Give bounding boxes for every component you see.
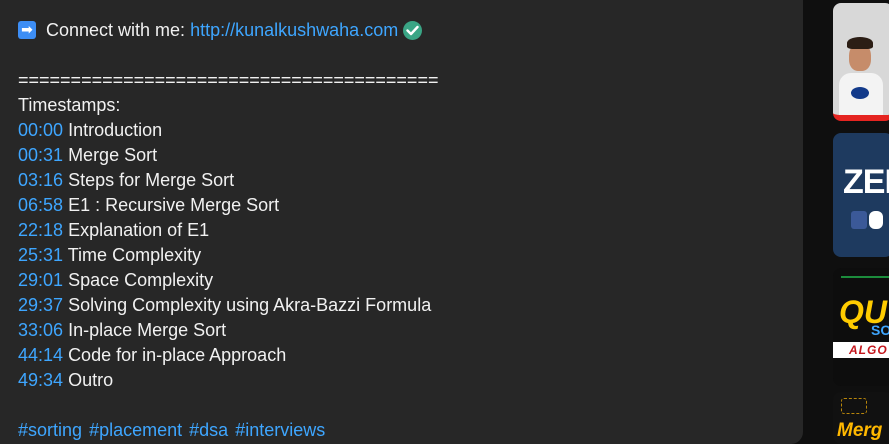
- timestamp-title: Explanation of E1: [68, 220, 210, 240]
- timestamp-item: 03:16 Steps for Merge Sort: [18, 168, 431, 193]
- hashtag-link[interactable]: #dsa: [189, 420, 228, 440]
- apple-logo-icon: [869, 211, 883, 229]
- separator-text: ========================================: [18, 70, 439, 90]
- hashtag-link[interactable]: #sorting: [18, 420, 82, 440]
- timestamp-link[interactable]: 29:37: [18, 295, 63, 315]
- related-video-thumbnail[interactable]: ZER: [833, 133, 889, 257]
- thumbnail-title: Merg: [837, 420, 883, 441]
- timestamp-link[interactable]: 29:01: [18, 270, 63, 290]
- timestamps-list: 00:00 Introduction 00:31 Merge Sort 03:1…: [18, 118, 431, 393]
- timestamp-item: 29:01 Space Complexity: [18, 268, 431, 293]
- array-graphic: [841, 276, 889, 284]
- timestamp-link[interactable]: 00:00: [18, 120, 63, 140]
- timestamp-title: Introduction: [68, 120, 163, 140]
- thumbnail-title: ZER: [843, 163, 889, 201]
- connect-label: Connect with me:: [46, 20, 186, 40]
- connect-line: ➡ Connect with me: http://kunalkushwaha.…: [18, 18, 423, 42]
- timestamp-item: 44:14 Code for in-place Approach: [18, 343, 431, 368]
- timestamp-item: 00:31 Merge Sort: [18, 143, 431, 168]
- timestamp-link[interactable]: 25:31: [18, 245, 63, 265]
- timestamp-item: 22:18 Explanation of E1: [18, 218, 431, 243]
- timestamp-title: In-place Merge Sort: [68, 320, 227, 340]
- timestamp-item: 00:00 Introduction: [18, 118, 431, 143]
- timestamp-item: 25:31 Time Complexity: [18, 243, 431, 268]
- timestamp-link[interactable]: 22:18: [18, 220, 63, 240]
- tree-graphic: [841, 398, 867, 414]
- timestamp-link[interactable]: 33:06: [18, 320, 63, 340]
- hashtag-link[interactable]: #interviews: [235, 420, 325, 440]
- timestamp-title: Merge Sort: [68, 145, 158, 165]
- related-video-thumbnail[interactable]: Merg: [833, 392, 889, 444]
- video-description-panel: ➡ Connect with me: http://kunalkushwaha.…: [0, 0, 803, 444]
- timestamp-item: 06:58 E1 : Recursive Merge Sort: [18, 193, 431, 218]
- right-arrow-icon: ➡: [18, 21, 36, 39]
- timestamp-item: 29:37 Solving Complexity using Akra-Bazz…: [18, 293, 431, 318]
- thumbnail-banner-text: ALGO: [849, 343, 888, 357]
- timestamp-title: E1 : Recursive Merge Sort: [68, 195, 280, 215]
- timestamp-title: Outro: [68, 370, 114, 390]
- timestamp-title: Space Complexity: [68, 270, 214, 290]
- timestamp-item: 33:06 In-place Merge Sort: [18, 318, 431, 343]
- related-video-thumbnail[interactable]: QU SO ALGO: [833, 268, 889, 386]
- hashtags-line: #sorting #placement #dsa #interviews: [18, 418, 327, 442]
- timestamp-title: Code for in-place Approach: [68, 345, 287, 365]
- person-hair-image: [847, 37, 873, 49]
- timestamp-link[interactable]: 06:58: [18, 195, 63, 215]
- nasa-logo-icon: [851, 87, 869, 99]
- timestamps-heading: Timestamps:: [18, 95, 121, 115]
- hashtag-link[interactable]: #placement: [89, 420, 182, 440]
- check-mark-icon: [403, 20, 423, 40]
- timestamp-title: Solving Complexity using Akra-Bazzi Form…: [68, 295, 432, 315]
- facebook-logo-icon: [851, 211, 867, 229]
- timestamp-link[interactable]: 49:34: [18, 370, 63, 390]
- timestamp-link[interactable]: 00:31: [18, 145, 63, 165]
- timestamp-item: 49:34 Outro: [18, 368, 431, 393]
- timestamp-title: Steps for Merge Sort: [68, 170, 235, 190]
- timestamp-title: Time Complexity: [67, 245, 202, 265]
- related-video-thumbnail[interactable]: [833, 3, 889, 121]
- timestamp-link[interactable]: 03:16: [18, 170, 63, 190]
- page: ➡ Connect with me: http://kunalkushwaha.…: [0, 0, 889, 444]
- timestamp-link[interactable]: 44:14: [18, 345, 63, 365]
- thumbnail-subtitle: SO: [871, 322, 889, 338]
- website-link[interactable]: http://kunalkushwaha.com: [190, 18, 398, 42]
